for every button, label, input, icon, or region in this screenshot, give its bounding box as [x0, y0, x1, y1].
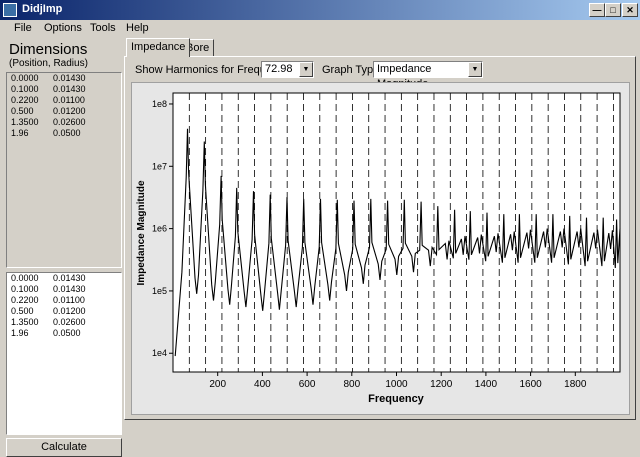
dimension-row[interactable]: 0.2200 0.01100: [7, 95, 121, 106]
radius-value: 0.01200: [53, 106, 86, 116]
radius-value: 0.01430: [53, 284, 86, 294]
position-value: 1.96: [11, 328, 29, 338]
window-title: DidjImp: [22, 3, 63, 15]
x-tick-label: 800: [343, 379, 360, 390]
dimensions-panel: Dimensions (Position, Radius) 0.0000 0.01…: [4, 38, 122, 457]
position-value: 0.0000: [11, 73, 39, 83]
x-tick-label: 200: [209, 379, 226, 390]
graph-type-dropdown[interactable]: Impedance Magnitude ▼: [373, 61, 483, 90]
y-tick-label: 1e7: [152, 161, 167, 171]
radius-value: 0.01430: [53, 84, 86, 94]
menu-bar: File Options Tools Help: [0, 20, 640, 38]
menu-help[interactable]: Help: [126, 22, 149, 34]
y-tick-label: 1e5: [152, 286, 167, 296]
position-value: 0.2200: [11, 95, 39, 105]
dimension-row[interactable]: 1.3500 0.02600: [7, 117, 121, 128]
dimension-row[interactable]: 1.3500 0.02600: [7, 317, 121, 328]
position-value: 0.500: [11, 106, 34, 116]
dimension-row[interactable]: 1.96 0.0500: [7, 328, 121, 339]
position-value: 0.1000: [11, 84, 39, 94]
app-icon[interactable]: [3, 3, 17, 17]
radius-value: 0.02600: [53, 117, 86, 127]
x-tick-label: 1000: [385, 379, 408, 390]
position-value: 1.3500: [11, 117, 39, 127]
x-tick-label: 1400: [475, 379, 498, 390]
dimensions-subtitle: (Position, Radius): [9, 58, 88, 69]
tab-impedance[interactable]: Impedance: [126, 38, 191, 57]
x-axis-ticks: 200 400 600 800 1000 1200 1400 1600 1800: [209, 372, 587, 390]
graph-area: 200 400 600 800 1000 1200 1400 1600 1800 1e4 1e5 1…: [131, 82, 630, 415]
calculate-button[interactable]: Calculate: [6, 438, 122, 457]
dimension-row[interactable]: 0.1000 0.01430: [7, 84, 121, 95]
menu-tools[interactable]: Tools: [90, 22, 116, 34]
menu-options[interactable]: Options: [44, 22, 82, 34]
maximize-button[interactable]: □: [605, 3, 621, 17]
menu-file[interactable]: File: [14, 22, 32, 34]
y-tick-label: 1e4: [152, 348, 167, 358]
chevron-down-icon[interactable]: ▼: [299, 62, 313, 77]
dimension-row[interactable]: 0.0000 0.01430: [7, 73, 121, 84]
harmonics-frequency-dropdown[interactable]: 72.98 ▼: [261, 61, 314, 78]
dimension-row[interactable]: 0.0000 0.01430: [7, 273, 121, 284]
position-value: 1.3500: [11, 317, 39, 327]
close-button[interactable]: ✕: [622, 3, 638, 17]
position-value: 0.1000: [11, 284, 39, 294]
dimensions-output-list[interactable]: 0.0000 0.01430 0.1000 0.01430 0.2200 0.01100 0…: [6, 272, 122, 435]
dimension-row[interactable]: 1.96 0.0500: [7, 128, 121, 139]
radius-value: 0.01100: [53, 95, 85, 105]
position-value: 0.500: [11, 306, 34, 316]
radius-value: 0.0500: [53, 328, 81, 338]
title-bar[interactable]: DidjImp — □ ✕: [0, 0, 640, 20]
minimize-button[interactable]: —: [589, 3, 605, 17]
x-axis-label: Frequency: [368, 393, 425, 405]
y-axis-ticks: 1e4 1e5 1e6 1e7 1e8: [152, 99, 173, 358]
dimension-row[interactable]: 0.2200 0.01100: [7, 295, 121, 306]
y-axis-label: Impedance Magnitude: [136, 180, 147, 285]
y-tick-label: 1e6: [152, 224, 167, 234]
y-tick-label: 1e8: [152, 99, 167, 109]
x-tick-label: 1600: [519, 379, 542, 390]
dimensions-title: Dimensions: [9, 41, 88, 58]
dimension-row[interactable]: 0.1000 0.01430: [7, 284, 121, 295]
radius-value: 0.01430: [53, 73, 86, 83]
radius-value: 0.01100: [53, 295, 85, 305]
chevron-down-icon[interactable]: ▼: [468, 62, 482, 77]
dimension-row[interactable]: 0.500 0.01200: [7, 306, 121, 317]
x-tick-label: 1200: [430, 379, 453, 390]
dimensions-input-list[interactable]: 0.0000 0.01430 0.1000 0.01430 0.2200 0.01100 0…: [6, 72, 122, 268]
position-value: 1.96: [11, 128, 29, 138]
radius-value: 0.01200: [53, 306, 86, 316]
radius-value: 0.02600: [53, 317, 86, 327]
radius-value: 0.0500: [53, 128, 81, 138]
impedance-chart: 200 400 600 800 1000 1200 1400 1600 1800 1e41e51…: [136, 92, 621, 405]
radius-value: 0.01430: [53, 273, 86, 283]
position-value: 0.0000: [11, 273, 39, 283]
dimension-row[interactable]: 0.500 0.01200: [7, 106, 121, 117]
x-tick-label: 1800: [564, 379, 587, 390]
harmonics-frequency-value: 72.98: [265, 63, 293, 75]
x-tick-label: 600: [299, 379, 316, 390]
x-tick-label: 400: [254, 379, 271, 390]
position-value: 0.2200: [11, 295, 39, 305]
